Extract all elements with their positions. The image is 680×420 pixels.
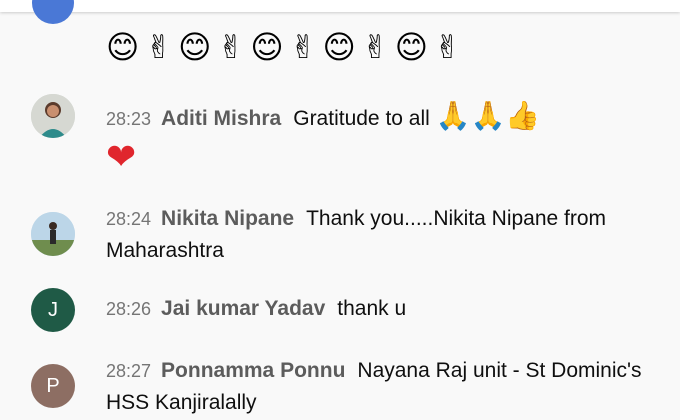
message-timestamp: 28:26	[106, 299, 152, 319]
message-emojis: 🙏🙏👍	[435, 99, 541, 132]
avatar[interactable]	[31, 212, 75, 256]
top-bar	[0, 0, 680, 12]
author-name[interactable]: Jai kumar Yadav	[161, 297, 325, 320]
author-name[interactable]: Nikita Nipane	[161, 207, 294, 230]
avatar-letter: J	[48, 298, 58, 321]
heart-emoji: ❤	[106, 137, 137, 178]
previous-message-emojis: 😊✌😊✌😊✌😊✌😊✌	[106, 28, 467, 66]
avatar[interactable]	[32, 0, 74, 24]
author-name[interactable]: Ponnamma Ponnu	[161, 359, 345, 382]
message-text: Gratitude to all	[293, 107, 430, 130]
message-timestamp: 28:24	[106, 209, 152, 229]
avatar[interactable]: P	[31, 364, 75, 408]
author-name[interactable]: Aditi Mishra	[161, 107, 281, 130]
avatar[interactable]	[31, 94, 75, 138]
avatar[interactable]: J	[31, 288, 75, 332]
message-timestamp: 28:27	[106, 361, 152, 381]
message-text: thank u	[337, 297, 407, 320]
avatar-letter: P	[46, 374, 60, 397]
message-timestamp: 28:23	[106, 109, 152, 129]
